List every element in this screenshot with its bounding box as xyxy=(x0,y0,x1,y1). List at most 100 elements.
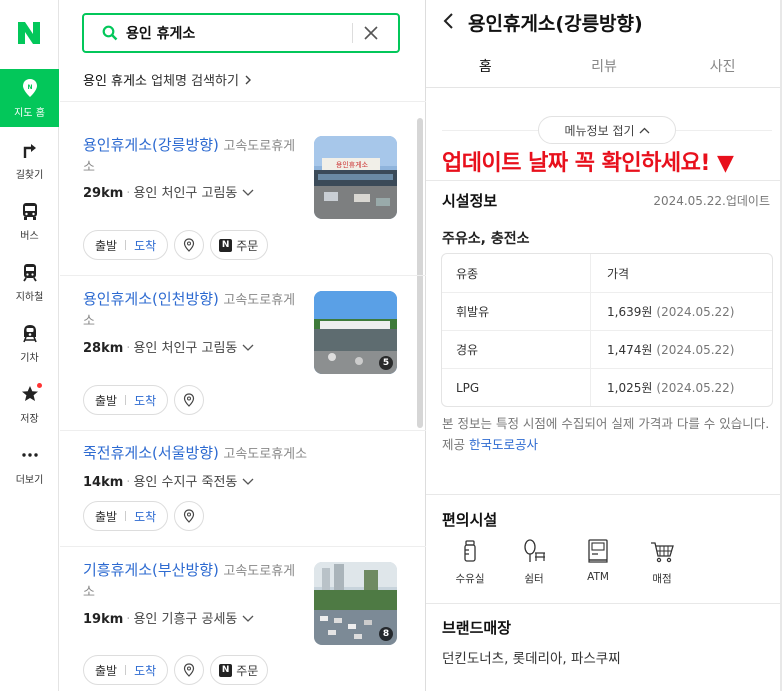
result-address[interactable]: 용인 수지구 죽전동 xyxy=(133,475,237,490)
tab-review[interactable]: 리뷰 xyxy=(545,52,664,87)
result-title[interactable]: 죽전휴게소(서울방향) 고속도로휴게소 xyxy=(83,443,383,465)
result-actions: 출발 도착 N 주문 xyxy=(83,655,269,685)
header-fuel: 유종 xyxy=(456,266,479,281)
fuel-date: (2024.05.22) xyxy=(656,380,735,395)
note-text: 본 정보는 특정 시점에 수집되어 실제 가격과 다를 수 있습니다. xyxy=(442,416,770,431)
result-item[interactable]: 용인휴게소(인천방향) 고속도로휴게소 28km · 용인 처인구 고림동 5 출발… xyxy=(60,276,426,431)
result-title[interactable]: 기흥휴게소(부산방향) 고속도로휴게소 xyxy=(83,560,303,603)
back-arrow-icon[interactable] xyxy=(442,12,454,30)
rail-item-directions[interactable]: 길찾기 xyxy=(0,131,59,189)
fuel-title: 주유소, 충전소 xyxy=(442,231,530,247)
rail-item-saved[interactable]: 저장 xyxy=(0,375,59,433)
route-to[interactable]: 도착 xyxy=(134,392,156,409)
baby-bottle-icon xyxy=(464,540,476,562)
result-photo[interactable]: 8 xyxy=(314,562,397,645)
amenity-nursing-room: 수유실 xyxy=(442,537,498,586)
result-distance: 29km xyxy=(83,186,124,201)
result-photo[interactable]: 용인휴게소 xyxy=(314,136,397,219)
suggest-query: 용인 휴게소 xyxy=(83,74,147,89)
route-from[interactable]: 출발 xyxy=(95,237,117,254)
chevron-down-icon[interactable] xyxy=(242,478,254,486)
tab-home[interactable]: 홈 xyxy=(426,52,545,87)
result-meta: 14km · 용인 수지구 죽전동 xyxy=(83,471,254,490)
update-date: 2024.05.22.업데이트 xyxy=(653,194,770,208)
route-to[interactable]: 도착 xyxy=(134,508,156,525)
location-button[interactable] xyxy=(174,385,205,415)
rail-item-more[interactable]: 더보기 xyxy=(0,436,59,494)
result-meta: 19km · 용인 기흥구 공세동 xyxy=(83,608,254,627)
amenity-shelter: 쉼터 xyxy=(506,537,562,586)
result-photo[interactable]: 5 xyxy=(314,291,397,374)
search-divider xyxy=(352,23,353,43)
result-item[interactable]: 용인휴게소(강릉방향) 고속도로휴게소 29km · 용인 처인구 고림동 용인휴게… xyxy=(60,118,426,276)
result-address[interactable]: 용인 기흥구 공세동 xyxy=(133,612,237,627)
source-label: 제공 xyxy=(442,437,466,452)
location-button[interactable] xyxy=(174,655,205,685)
rail-item-map-home[interactable]: N 지도 홈 xyxy=(0,69,59,127)
result-title[interactable]: 용인휴게소(인천방향) 고속도로휴게소 xyxy=(83,289,303,332)
business-search-link[interactable]: 용인 휴게소 업체명 검색하기 xyxy=(83,70,253,89)
location-button[interactable] xyxy=(174,230,205,260)
route-button[interactable]: 출발 도착 xyxy=(83,655,169,685)
route-to[interactable]: 도착 xyxy=(134,662,156,679)
search-box[interactable] xyxy=(82,13,400,53)
order-button[interactable]: N 주문 xyxy=(210,655,269,685)
route-to[interactable]: 도착 xyxy=(134,237,156,254)
chevron-down-icon[interactable] xyxy=(242,189,254,197)
menu-fold-button[interactable]: 메뉴정보 접기 xyxy=(538,116,676,144)
divider xyxy=(426,180,782,181)
route-button[interactable]: 출발 도착 xyxy=(83,385,169,415)
rail-label: 저장 xyxy=(20,413,39,425)
result-title[interactable]: 용인휴게소(강릉방향) 고속도로휴게소 xyxy=(83,135,303,178)
amenity-store: 매점 xyxy=(634,537,690,586)
place-title: 용인휴게소(강릉방향) xyxy=(468,13,643,35)
shopping-cart-icon xyxy=(651,542,674,563)
rail-item-train[interactable]: 기차 xyxy=(0,314,59,372)
result-address[interactable]: 용인 처인구 고림동 xyxy=(133,341,237,356)
result-actions: 출발 도착 xyxy=(83,385,205,415)
rest-area-icon xyxy=(524,539,545,562)
detail-tabs: 홈 리뷰 사진 xyxy=(426,52,782,88)
route-button[interactable]: 출발 도착 xyxy=(83,501,169,531)
brand-list: 던킨도너츠, 롯데리아, 파스쿠찌 xyxy=(442,651,621,667)
directions-icon xyxy=(23,143,36,158)
svg-text:N: N xyxy=(27,84,32,91)
result-name[interactable]: 죽전휴게소(서울방향) xyxy=(83,444,219,462)
source-link[interactable]: 한국도로공사 xyxy=(469,437,538,452)
result-item[interactable]: 기흥휴게소(부산방향) 고속도로휴게소 19km · 용인 기흥구 공세동 8 출발… xyxy=(60,547,426,691)
close-icon[interactable] xyxy=(364,26,378,40)
route-from[interactable]: 출발 xyxy=(95,392,117,409)
search-input[interactable] xyxy=(126,25,346,41)
suggest-suffix: 업체명 검색하기 xyxy=(151,74,239,89)
result-item[interactable]: 죽전휴게소(서울방향) 고속도로휴게소 14km · 용인 수지구 죽전동 출발 도착 xyxy=(60,431,426,547)
route-from[interactable]: 출발 xyxy=(95,662,117,679)
rail-label: 더보기 xyxy=(15,474,44,486)
route-from[interactable]: 출발 xyxy=(95,508,117,525)
route-button[interactable]: 출발 도착 xyxy=(83,230,169,260)
location-pin-icon xyxy=(184,663,195,677)
search-panel: 용인 휴게소 업체명 검색하기 용인휴게소(강릉방향) 고속도로휴게소 29km… xyxy=(60,0,426,691)
divider xyxy=(426,494,782,495)
rail-label: 버스 xyxy=(20,230,39,242)
result-address[interactable]: 용인 처인구 고림동 xyxy=(133,186,237,201)
fuel-type: LPG xyxy=(456,380,480,395)
train-icon xyxy=(22,324,37,342)
divider xyxy=(60,101,426,102)
divider xyxy=(426,603,782,604)
result-distance: 14km xyxy=(83,475,124,490)
location-button[interactable] xyxy=(174,501,205,531)
fuel-type: 휘발유 xyxy=(456,305,490,319)
rail-item-subway[interactable]: 지하철 xyxy=(0,253,59,311)
naver-logo[interactable] xyxy=(14,18,44,48)
result-name[interactable]: 용인휴게소(인천방향) xyxy=(83,290,219,308)
chevron-down-icon[interactable] xyxy=(242,344,254,352)
amenity-label: 수유실 xyxy=(455,573,485,585)
rail-item-bus[interactable]: 버스 xyxy=(0,192,59,250)
order-button[interactable]: N 주문 xyxy=(210,230,269,260)
tab-photo[interactable]: 사진 xyxy=(663,52,782,87)
chevron-down-icon[interactable] xyxy=(242,615,254,623)
result-name[interactable]: 기흥휴게소(부산방향) xyxy=(83,561,219,579)
result-name[interactable]: 용인휴게소(강릉방향) xyxy=(83,136,219,154)
table-row: LPG 1,025원 (2024.05.22) xyxy=(442,368,772,406)
naver-order-icon: N xyxy=(219,663,233,677)
